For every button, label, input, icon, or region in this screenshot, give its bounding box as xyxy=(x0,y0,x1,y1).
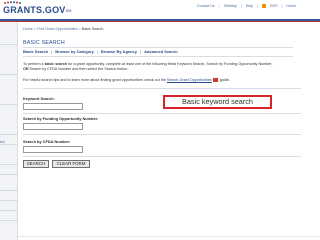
sidebar-divider xyxy=(0,44,18,45)
sidebar-divider xyxy=(0,104,18,105)
logo-tm: SM xyxy=(65,7,72,13)
sidebar-divider xyxy=(0,74,18,75)
left-sidebar: nd xyxy=(0,22,18,240)
link-separator: | xyxy=(281,4,283,8)
field-divider xyxy=(23,134,301,135)
page-title: BASIC SEARCH xyxy=(23,40,65,46)
help-text-part: guide. xyxy=(218,78,230,82)
pdf-icon xyxy=(212,78,218,83)
instructions-part: Search by CFDA Number and then select th… xyxy=(28,67,129,71)
sidebar-divider xyxy=(0,134,18,135)
tab-browse-agency[interactable]: Browse By Agency xyxy=(101,49,137,54)
contact-us-link[interactable]: Contact Us xyxy=(197,4,215,8)
link-separator: | xyxy=(257,4,259,8)
field-divider xyxy=(23,113,301,114)
link-separator: | xyxy=(218,4,220,8)
cfda-number-input[interactable] xyxy=(23,146,83,153)
site-logo[interactable]: GRANTS.GOV SM xyxy=(3,5,72,15)
header-red-line xyxy=(0,21,320,22)
sidebar-divider xyxy=(0,174,18,175)
rss-icon[interactable] xyxy=(262,4,267,8)
sidebar-divider xyxy=(0,144,18,145)
tab-separator: | xyxy=(140,49,142,54)
search-guide-link[interactable]: Search Grant Opportunities xyxy=(167,78,212,82)
top-header: GRANTS.GOV SM Contact Us | SiteMap | Help… xyxy=(0,0,320,20)
sidebar-divider xyxy=(0,164,18,165)
tab-basic-search[interactable]: Basic Search xyxy=(23,49,48,54)
funding-number-input[interactable] xyxy=(23,123,83,130)
instructions-text: To perform a basic search for a grant op… xyxy=(23,62,301,72)
keyword-search-label: Keyword Search: xyxy=(23,96,55,101)
rss-link[interactable]: RSS xyxy=(270,4,277,8)
instructions-bold: basic search xyxy=(44,62,68,66)
breadcrumb-current: Basic Search xyxy=(81,27,104,31)
form-top-divider xyxy=(23,88,301,89)
sidebar-divider xyxy=(0,210,18,211)
help-text: For helpful search tips and to learn mor… xyxy=(23,78,301,83)
sidebar-divider xyxy=(0,220,18,221)
keyword-search-input[interactable] xyxy=(23,103,83,110)
tab-separator: | xyxy=(51,49,53,54)
title-divider xyxy=(23,47,293,48)
sitemap-link[interactable]: SiteMap xyxy=(224,4,237,8)
tab-separator: | xyxy=(96,49,98,54)
search-button[interactable]: SEARCH xyxy=(23,160,49,168)
breadcrumb-home[interactable]: Home xyxy=(23,27,33,31)
tab-browse-category[interactable]: Browse by Category xyxy=(55,49,94,54)
logo-text: GRANTS.GOV xyxy=(3,5,66,15)
clear-form-button[interactable]: CLEAR FORM xyxy=(52,160,90,168)
search-tabs: Basic Search | Browse by Category | Brow… xyxy=(23,49,178,54)
link-separator: | xyxy=(240,4,242,8)
funding-number-label: Search by Funding Opportunity Number: xyxy=(23,116,99,121)
breadcrumb-find[interactable]: Find Grant Opportunities xyxy=(37,27,77,31)
help-text-part: For helpful search tips and to learn mor… xyxy=(23,78,167,82)
instructions-part: for a grant opportunity, complete at lea… xyxy=(67,62,273,66)
sidebar-divider xyxy=(0,190,18,191)
annotation-callout: Basic keyword search xyxy=(163,95,272,109)
cfda-number-label: Search by CFDA Number: xyxy=(23,139,71,144)
footer-divider xyxy=(18,236,320,237)
help-link[interactable]: Help xyxy=(246,4,253,8)
home-link[interactable]: Home xyxy=(286,4,296,8)
breadcrumb: Home > Find Grant Opportunities > Basic … xyxy=(23,27,103,31)
instructions-part: To perform a xyxy=(23,62,45,66)
tabs-divider xyxy=(23,56,293,57)
sidebar-divider xyxy=(0,200,18,201)
tab-advanced-search[interactable]: Advanced Search xyxy=(144,49,178,54)
top-links: Contact Us | SiteMap | Help | RSS | Home xyxy=(197,4,296,8)
field-divider xyxy=(23,156,301,157)
